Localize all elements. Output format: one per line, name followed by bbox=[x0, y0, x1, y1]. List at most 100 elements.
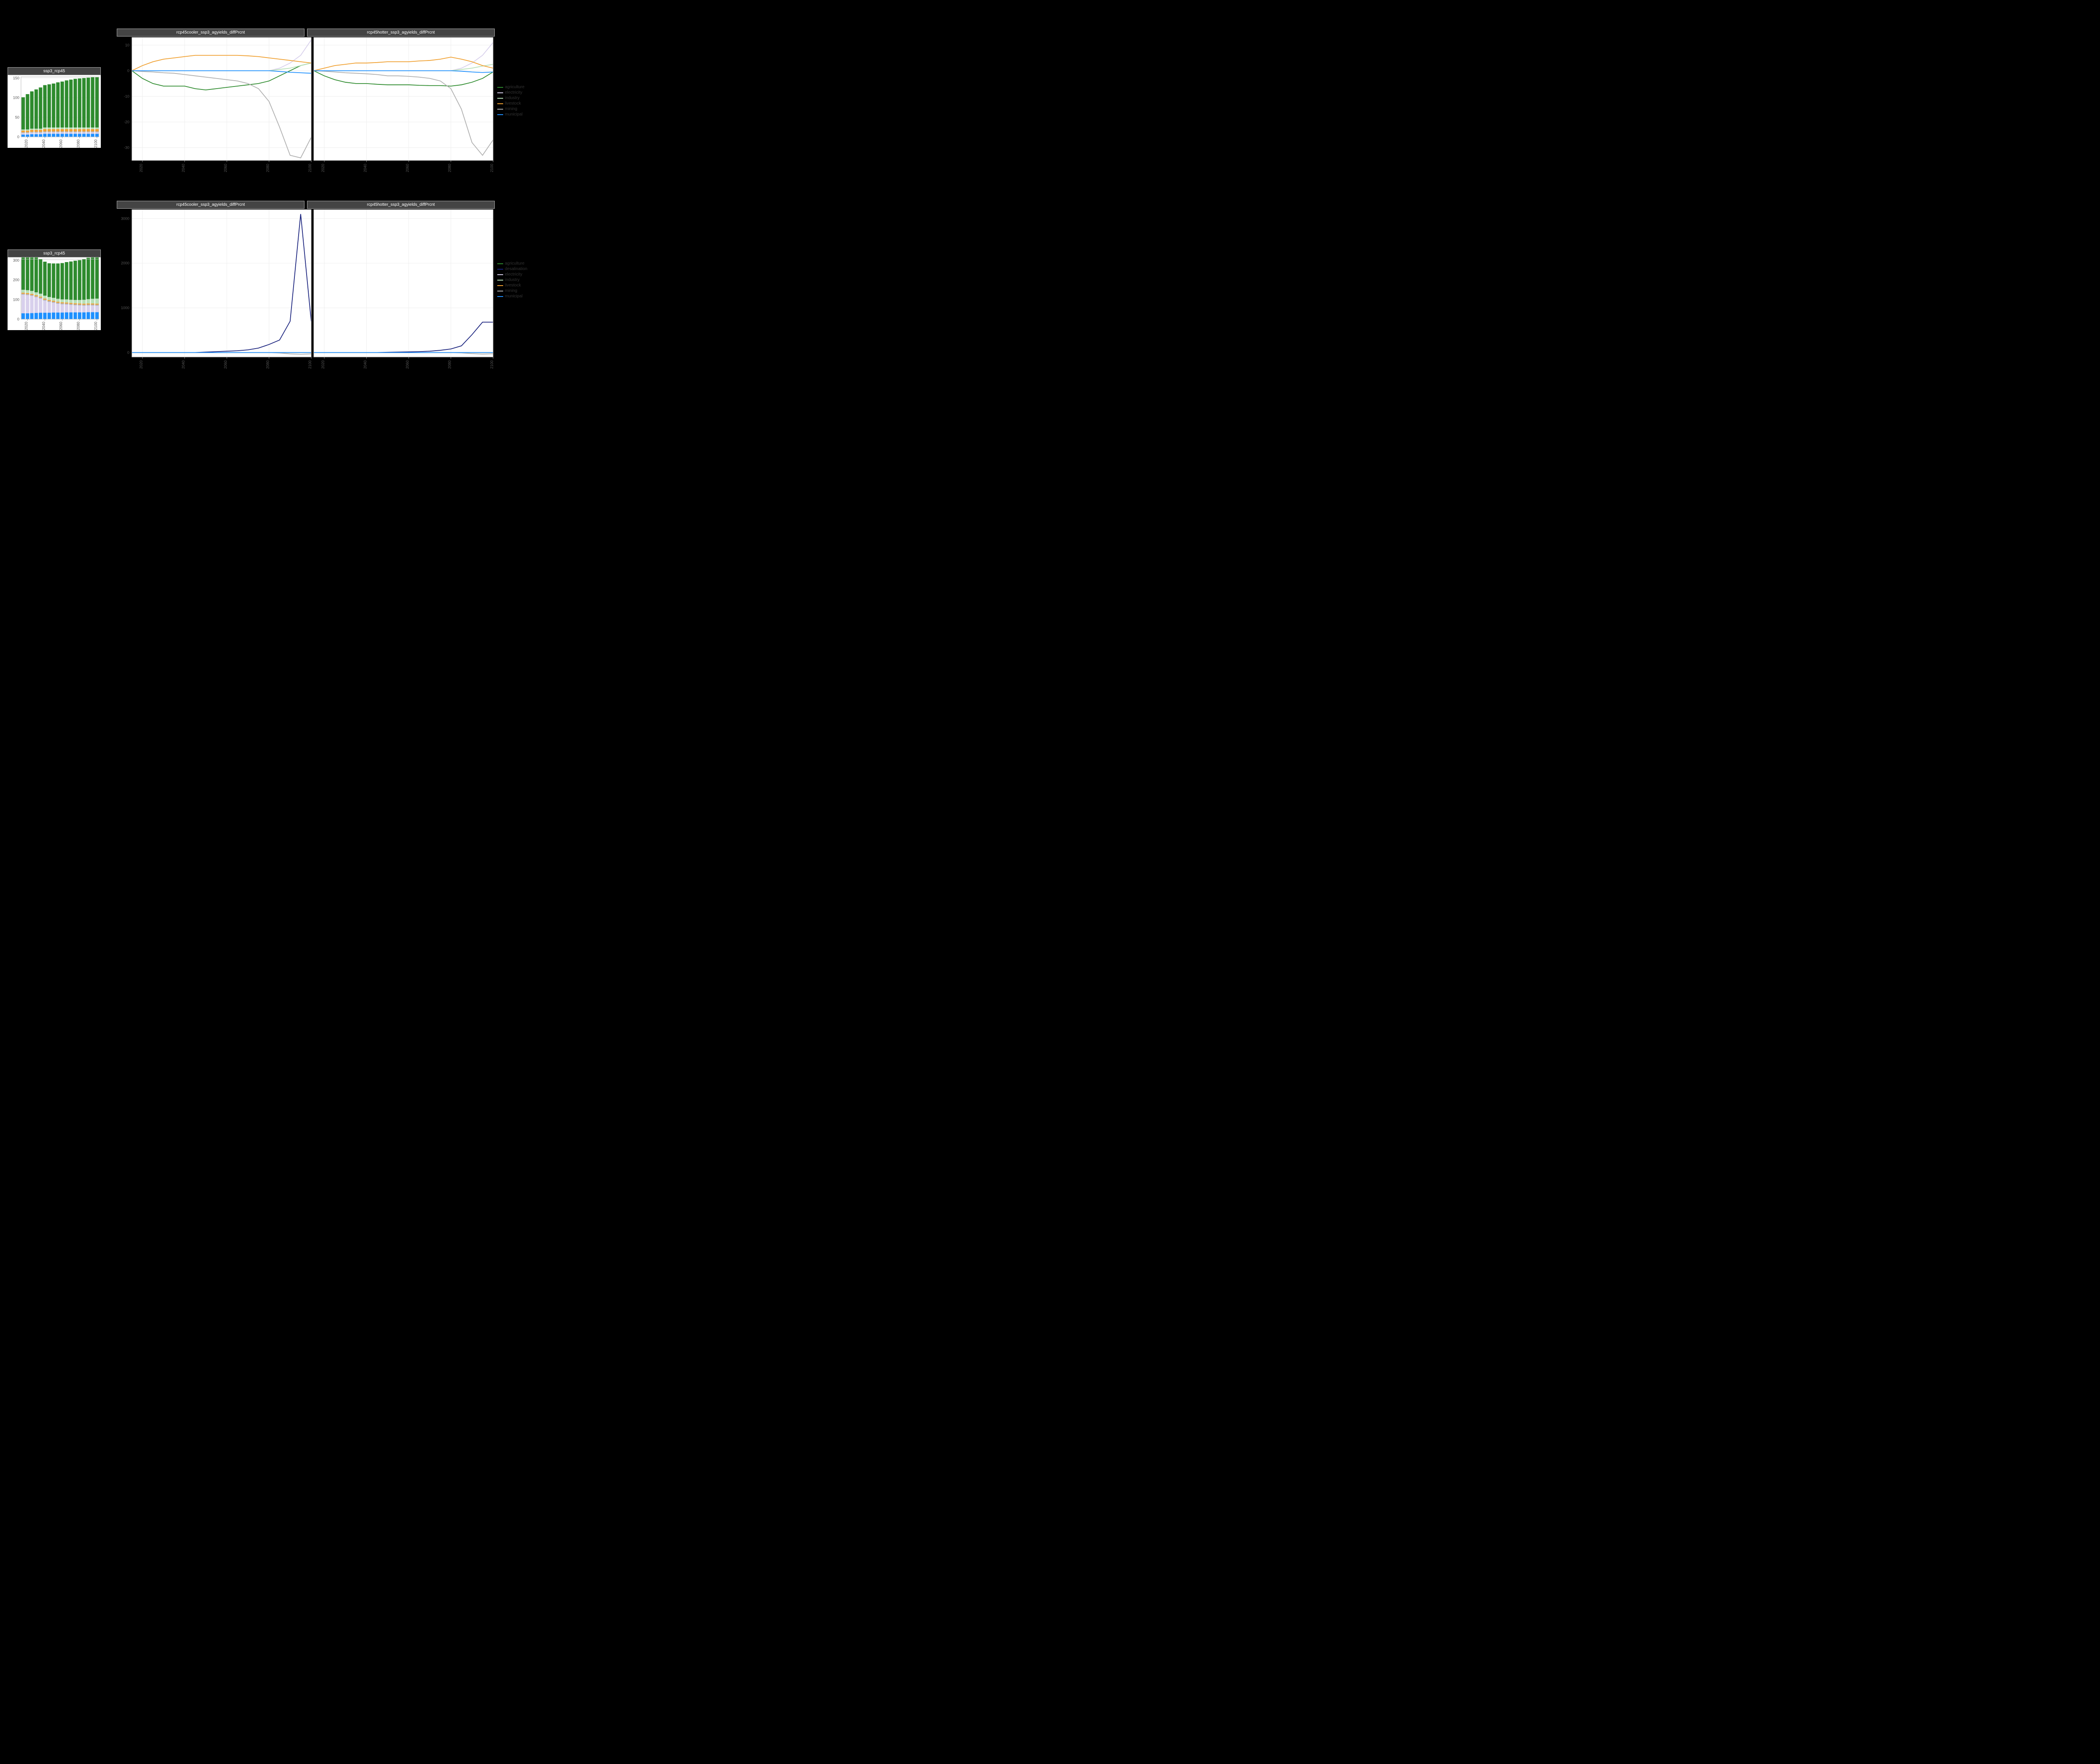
row2-big-plot: 0100020003000202020402060208021002020204… bbox=[117, 209, 495, 370]
svg-text:2020: 2020 bbox=[24, 322, 29, 330]
legend-label: electricity bbox=[505, 272, 522, 277]
legend-swatch bbox=[497, 296, 503, 297]
legend-item-desalination: desalination bbox=[497, 267, 527, 271]
row2-small-strip: ssp3_rcp45 bbox=[8, 249, 101, 257]
legend-label: electricity bbox=[505, 90, 522, 95]
svg-text:2040: 2040 bbox=[42, 139, 46, 148]
legend-item-electricity: electricity bbox=[497, 90, 525, 95]
row2-ylab: watWithdrawBySec bbox=[0, 251, 6, 294]
svg-text:300: 300 bbox=[13, 258, 19, 262]
svg-text:2060: 2060 bbox=[223, 360, 228, 369]
legend-label: mining bbox=[505, 107, 517, 111]
svg-text:2080: 2080 bbox=[76, 139, 81, 148]
legend-item-agriculture: agriculture bbox=[497, 261, 527, 266]
row1-ylab: watConsumBySec bbox=[0, 68, 6, 109]
svg-text:0: 0 bbox=[127, 350, 129, 354]
svg-text:2060: 2060 bbox=[405, 360, 410, 369]
legend-swatch bbox=[497, 87, 503, 88]
svg-text:2100: 2100 bbox=[94, 139, 98, 148]
svg-text:2100: 2100 bbox=[94, 322, 98, 330]
svg-text:2020: 2020 bbox=[24, 139, 29, 148]
row1-big-plot: -30-20-100102020204020602080210020202040… bbox=[117, 37, 495, 173]
svg-text:200: 200 bbox=[13, 278, 19, 282]
svg-text:50: 50 bbox=[15, 115, 19, 119]
row2-small-panel: ssp3_rcp45 0 100 200 300 2020 2040 2060 2080 210… bbox=[8, 249, 101, 330]
row2-big-strip-1: rcp45hotter_ssp3_agyields_diffPrcnt bbox=[307, 201, 495, 209]
legend-label: desalination bbox=[505, 267, 527, 271]
row1-small-strip: ssp3_rcp45 bbox=[8, 67, 101, 75]
legend-item-municipal: municipal bbox=[497, 112, 525, 117]
row1-big-strip-1: rcp45hotter_ssp3_agyields_diffPrcnt bbox=[307, 29, 495, 37]
row1-small-panel: ssp3_rcp45 0 50 100 150 2020 2040 2060 2080 2100 bbox=[8, 67, 101, 148]
svg-text:2080: 2080 bbox=[448, 360, 452, 369]
svg-text:2040: 2040 bbox=[42, 322, 46, 330]
canvas: ssp3_rcp45 05010015020202040206020802100… bbox=[0, 0, 538, 376]
svg-text:10: 10 bbox=[125, 43, 129, 47]
svg-text:1000: 1000 bbox=[121, 306, 129, 310]
svg-text:2040: 2040 bbox=[181, 164, 186, 172]
svg-text:2020: 2020 bbox=[321, 360, 325, 369]
row2-big-panel: rcp45cooler_ssp3_agyields_diffPrcnt rcp4… bbox=[117, 201, 495, 369]
svg-text:2020: 2020 bbox=[139, 164, 143, 172]
legend-label: mining bbox=[505, 289, 517, 293]
svg-text:0: 0 bbox=[17, 317, 19, 321]
legend-item-livestock: livestock bbox=[497, 283, 527, 288]
row1-legend: agricultureelectricityindustrylivestockm… bbox=[497, 84, 525, 118]
legend-swatch bbox=[497, 280, 503, 281]
legend-label: industry bbox=[505, 96, 520, 100]
row2-legend: agriculturedesalinationelectricityindust… bbox=[497, 260, 527, 299]
legend-label: agriculture bbox=[505, 85, 525, 89]
legend-item-livestock: livestock bbox=[497, 101, 525, 106]
legend-swatch bbox=[497, 114, 503, 115]
svg-text:2100: 2100 bbox=[308, 360, 312, 369]
svg-text:3000: 3000 bbox=[121, 216, 129, 220]
legend-item-electricity: electricity bbox=[497, 272, 527, 277]
legend-swatch bbox=[497, 109, 503, 110]
legend-swatch bbox=[497, 263, 503, 264]
svg-text:2020: 2020 bbox=[139, 360, 143, 369]
svg-text:2080: 2080 bbox=[76, 322, 81, 330]
svg-text:2060: 2060 bbox=[59, 322, 63, 330]
svg-text:2020: 2020 bbox=[321, 164, 325, 172]
row2-small-plot: 0 100 200 300 2020 2040 2060 2080 2100 bbox=[8, 257, 101, 331]
svg-text:-20: -20 bbox=[124, 120, 129, 124]
svg-text:2080: 2080 bbox=[266, 360, 270, 369]
svg-text:2060: 2060 bbox=[59, 139, 63, 148]
legend-item-municipal: municipal bbox=[497, 294, 527, 299]
legend-label: municipal bbox=[505, 112, 522, 117]
svg-text:2040: 2040 bbox=[363, 360, 368, 369]
svg-text:150: 150 bbox=[13, 76, 19, 80]
svg-text:-10: -10 bbox=[124, 94, 129, 98]
svg-text:2080: 2080 bbox=[448, 164, 452, 172]
legend-swatch bbox=[497, 274, 503, 275]
svg-text:100: 100 bbox=[13, 96, 19, 100]
row1-big-strip-0: rcp45cooler_ssp3_agyields_diffPrcnt bbox=[117, 29, 304, 37]
svg-text:2100: 2100 bbox=[490, 360, 494, 369]
legend-label: livestock bbox=[505, 283, 521, 288]
svg-text:0: 0 bbox=[17, 135, 19, 139]
svg-text:2100: 2100 bbox=[490, 164, 494, 172]
svg-text:2060: 2060 bbox=[405, 164, 410, 172]
legend-swatch bbox=[497, 92, 503, 93]
legend-swatch bbox=[497, 285, 503, 286]
legend-label: livestock bbox=[505, 101, 521, 106]
svg-text:2080: 2080 bbox=[266, 164, 270, 172]
legend-swatch bbox=[497, 98, 503, 99]
row1-big-panel: rcp45cooler_ssp3_agyields_diffPrcnt rcp4… bbox=[117, 29, 495, 171]
svg-text:100: 100 bbox=[13, 297, 19, 302]
row2-big-strip-0: rcp45cooler_ssp3_agyields_diffPrcnt bbox=[117, 201, 304, 209]
legend-swatch bbox=[497, 103, 503, 104]
legend-item-industry: industry bbox=[497, 96, 525, 100]
svg-text:2100: 2100 bbox=[308, 164, 312, 172]
svg-text:2000: 2000 bbox=[121, 261, 129, 265]
legend-swatch bbox=[497, 269, 503, 270]
legend-label: municipal bbox=[505, 294, 522, 299]
legend-label: industry bbox=[505, 278, 520, 282]
legend-item-mining: mining bbox=[497, 289, 527, 293]
legend-item-industry: industry bbox=[497, 278, 527, 282]
legend-item-agriculture: agriculture bbox=[497, 85, 525, 89]
row1-small-plot: 0 50 100 150 2020 2040 2060 2080 2100 bbox=[8, 75, 101, 149]
svg-text:0: 0 bbox=[127, 68, 129, 73]
legend-item-mining: mining bbox=[497, 107, 525, 111]
svg-text:2040: 2040 bbox=[363, 164, 368, 172]
